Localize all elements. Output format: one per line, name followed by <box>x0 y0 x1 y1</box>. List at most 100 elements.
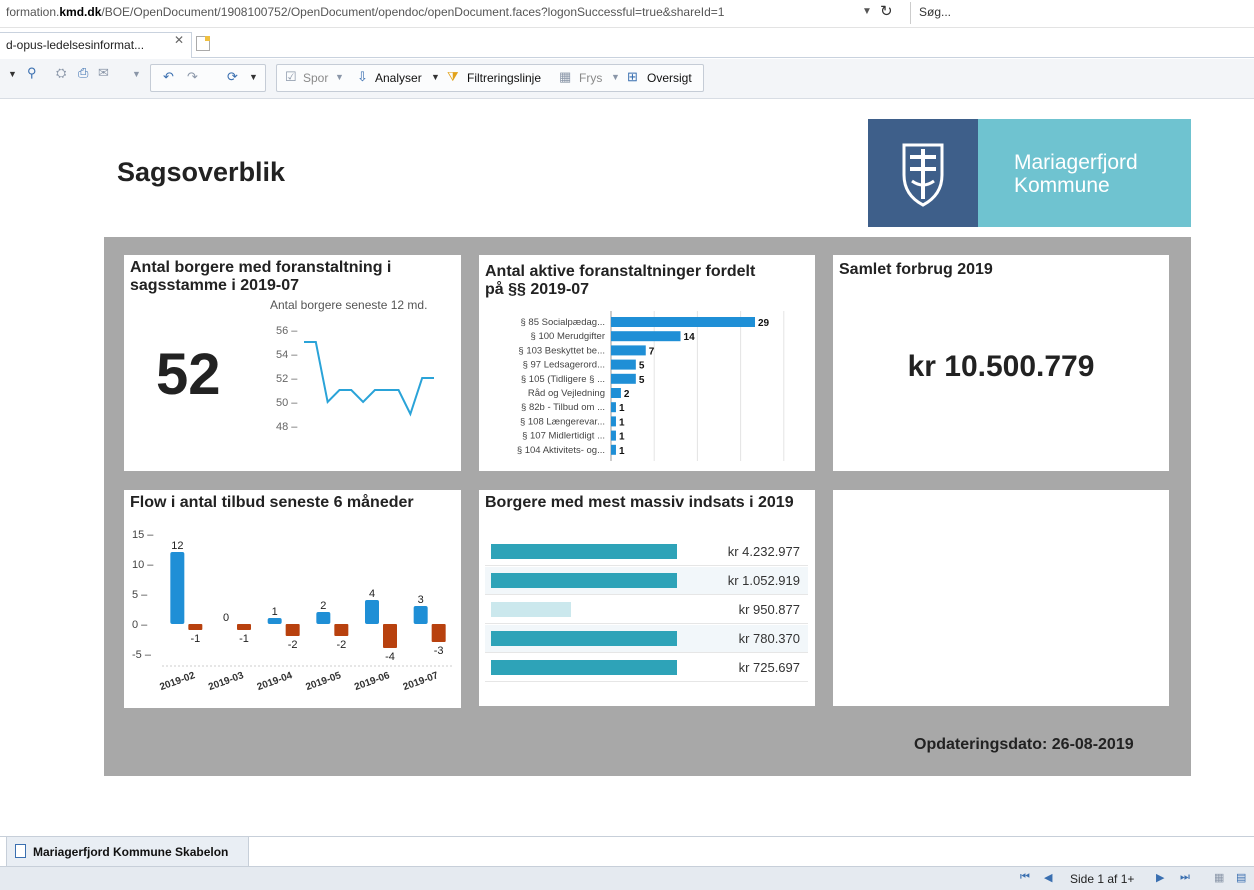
cost-value: kr 725.697 <box>738 660 800 675</box>
panel-title: Samlet forbrug 2019 <box>839 261 993 278</box>
x-tick-label: 2019-02 <box>158 670 197 693</box>
panel-title: Flow i antal tilbud seneste 6 måneder <box>130 494 414 511</box>
analyse-icon[interactable]: ⇩ <box>357 69 368 85</box>
y-tick-label: 48 – <box>276 421 298 433</box>
panel-top-citizens: Borgere med mest massiv indsats i 2019 k… <box>479 490 815 706</box>
next-page-icon[interactable]: ▶ <box>1156 871 1164 884</box>
data-label: 1 <box>619 446 625 457</box>
x-tick-label: 2019-06 <box>353 670 392 693</box>
redo-icon[interactable]: ↷ <box>187 69 198 85</box>
first-page-icon[interactable]: ⏮ <box>1020 871 1030 884</box>
url-field[interactable]: formation.kmd.dk/BOE/OpenDocument/190810… <box>6 5 724 19</box>
x-tick-label: 2019-03 <box>207 670 246 693</box>
logo-crest-panel <box>868 119 978 227</box>
chevron-down-icon[interactable]: ▼ <box>335 72 344 82</box>
filter-bar-icon[interactable]: ⧩ <box>447 69 459 85</box>
redacted-name-bar <box>491 631 677 646</box>
reload-icon[interactable]: ↻ <box>880 2 893 20</box>
category-label: § 100 Merudgifter <box>531 331 605 342</box>
x-tick-label: 2019-04 <box>256 670 295 693</box>
bar <box>611 317 755 327</box>
category-label: § 97 Ledsagerord... <box>523 360 605 371</box>
analyser-button[interactable]: Analyser <box>375 71 422 85</box>
data-label: 12 <box>171 540 183 552</box>
address-bar[interactable]: formation.kmd.dk/BOE/OpenDocument/190810… <box>0 0 1254 28</box>
print-icon[interactable]: ⎙ <box>78 65 88 81</box>
mail-icon[interactable]: ✉ <box>98 65 109 81</box>
x-tick-label: 2019-07 <box>402 670 441 693</box>
category-label: § 103 Beskyttet be... <box>518 345 605 356</box>
redacted-name-bar <box>491 660 677 675</box>
bar-positive <box>413 606 428 624</box>
data-label: 5 <box>639 375 645 386</box>
logo: Mariagerfjord Kommune <box>868 119 1191 227</box>
refresh-icon[interactable]: ⟳ <box>227 69 238 85</box>
binoculars-icon[interactable]: ⚲ <box>27 65 37 81</box>
data-label: -3 <box>434 645 444 657</box>
chevron-down-icon[interactable]: ▼ <box>132 69 141 79</box>
y-tick-label: 15 – <box>132 529 154 541</box>
redacted-name-bar <box>491 602 571 617</box>
search-input[interactable]: Søg... <box>910 2 1254 24</box>
panel-title: Antal borgere med foranstaltning i <box>130 259 392 276</box>
citizen-count-value: 52 <box>156 342 221 407</box>
filtreringslinje-button[interactable]: Filtreringslinje <box>467 71 541 85</box>
table-row: kr 1.052.919 <box>485 567 808 595</box>
category-label: § 105 (Tidligere § ... <box>521 374 605 385</box>
chevron-down-icon[interactable]: ▼ <box>862 6 872 17</box>
undo-icon[interactable]: ↶ <box>163 69 174 85</box>
cost-value: kr 4.232.977 <box>727 544 800 559</box>
bar-negative <box>237 624 251 630</box>
close-icon[interactable]: ✕ <box>174 33 184 47</box>
outline-icon[interactable]: ⊞ <box>627 69 638 85</box>
freeze-icon[interactable]: ▦ <box>559 69 571 85</box>
category-label: § 85 Socialpædag... <box>520 317 605 328</box>
oversigt-button[interactable]: Oversigt <box>647 71 692 85</box>
data-label: 0 <box>223 612 229 624</box>
data-label: 3 <box>418 594 424 606</box>
sheet-tab-bar: Mariagerfjord Kommune Skabelon <box>0 836 1254 867</box>
x-tick-label: 2019-05 <box>304 670 343 693</box>
report-icon <box>15 844 26 858</box>
bar-negative <box>285 624 300 636</box>
update-date: Opdateringsdato: 26-08-2019 <box>914 736 1134 753</box>
data-label: 14 <box>684 332 696 343</box>
data-label: -2 <box>336 639 346 651</box>
prev-page-icon[interactable]: ◀ <box>1044 871 1052 884</box>
browser-tab[interactable]: d-opus-ledelsesinformat... <box>0 32 192 58</box>
logo-text-line1: Mariagerfjord <box>1014 151 1138 174</box>
bar <box>611 430 616 441</box>
bar <box>611 416 616 427</box>
chevron-down-icon[interactable]: ▼ <box>611 72 620 82</box>
spor-button[interactable]: Spor <box>303 71 328 85</box>
sheet-tab[interactable]: Mariagerfjord Kommune Skabelon <box>6 837 250 867</box>
redacted-name-bar <box>491 544 677 559</box>
chevron-down-icon[interactable]: ▼ <box>431 72 440 82</box>
analysis-group: ☑ Spor ▼ ⇩ Analyser ▼ ⧩ Filtreringslinje… <box>276 64 704 92</box>
panel-title: Antal aktive foranstaltninger fordelt <box>485 263 756 280</box>
cost-value: kr 950.877 <box>738 602 800 617</box>
panel-citizens: Antal borgere med foranstaltning i sagss… <box>124 255 461 471</box>
filter-icon[interactable]: ⛭ <box>56 65 66 81</box>
dropdown-arrow-icon[interactable]: ▼ <box>8 69 17 79</box>
frys-button[interactable]: Frys <box>579 71 602 85</box>
track-icon[interactable]: ☑ <box>285 69 297 85</box>
y-tick-label: 10 – <box>132 559 154 571</box>
panel-title-line2: sagsstamme i 2019-07 <box>130 277 299 294</box>
bar <box>611 402 616 413</box>
last-page-icon[interactable]: ⏭ <box>1180 871 1190 884</box>
report-toolbar: ▼ ⚲ ⛭ ⎙ ✉ ▼ ↶ ↷ ⟳ ▼ ☑ Spor ▼ ⇩ Analyser … <box>0 59 1254 99</box>
bar <box>611 345 646 356</box>
view-toggle-icon[interactable]: ▦ <box>1214 871 1224 884</box>
new-tab-icon[interactable] <box>196 36 210 51</box>
page-indicator[interactable]: Side 1 af 1+ <box>1070 872 1134 886</box>
table-row: kr 950.877 <box>485 596 808 624</box>
measures-bar-chart: § 85 Socialpædag... 29 § 100 Merudgifter 14… <box>517 311 785 461</box>
panel-total-spend: Samlet forbrug 2019 kr 10.500.779 <box>833 255 1169 471</box>
chevron-down-icon[interactable]: ▼ <box>249 72 258 82</box>
data-label: 4 <box>369 588 375 600</box>
data-label: 1 <box>619 432 625 443</box>
page-view-icon[interactable]: ▤ <box>1236 871 1246 884</box>
page-title: Sagsoverblik <box>117 157 286 187</box>
panel-flow: Flow i antal tilbud seneste 6 måneder 15… <box>124 490 461 708</box>
